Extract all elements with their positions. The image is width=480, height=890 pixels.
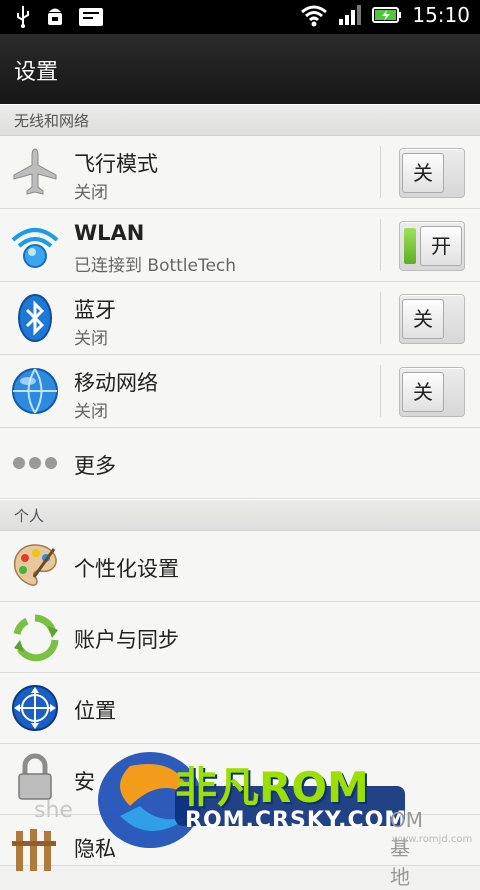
fence-icon	[12, 829, 56, 871]
divider	[380, 219, 381, 271]
setting-label: 蓝牙	[74, 298, 116, 322]
watermark-logo: 非凡ROM ROM.CRSKY.COM OM基地 www.romjd.com s…	[34, 746, 472, 889]
divider	[380, 292, 381, 344]
title-bar: 设置	[0, 34, 480, 106]
wifi-icon	[301, 5, 328, 27]
watermark-side-text: OM基地	[390, 808, 423, 889]
airplane-toggle[interactable]: 关	[399, 148, 465, 198]
watermark-left-text: she	[34, 798, 73, 823]
setting-label: WLAN	[74, 221, 145, 245]
setting-label: 位置	[74, 699, 116, 723]
section-header-personal: 个人	[0, 499, 480, 531]
airplane-icon	[13, 148, 57, 195]
battery-charging-icon	[372, 7, 402, 23]
bluetooth-toggle[interactable]: 关	[399, 294, 465, 344]
watermark-brand: 非凡ROM	[175, 763, 369, 812]
toggle-on-indicator	[404, 228, 416, 264]
setting-label: 更多	[74, 454, 116, 478]
setting-mobile-network[interactable]: 移动网络 关闭 关	[0, 355, 480, 428]
section-label: 个人	[14, 507, 45, 525]
setting-more[interactable]: 更多	[0, 428, 480, 499]
usb-icon	[17, 6, 29, 28]
palette-icon	[13, 544, 57, 586]
mobile-network-toggle[interactable]: 关	[399, 367, 465, 417]
signal-icon	[339, 5, 362, 25]
setting-label: 移动网络	[74, 371, 158, 395]
setting-location[interactable]: 位置	[0, 673, 480, 744]
globe-network-icon	[12, 368, 58, 414]
watermark-url: ROM.CRSKY.COM	[185, 808, 408, 833]
page-title: 设置	[14, 60, 59, 85]
section-header-wireless: 无线和网络	[0, 104, 480, 136]
bluetooth-icon	[18, 294, 52, 342]
setting-status: 关闭	[74, 402, 108, 422]
toggle-knob: 关	[402, 372, 444, 412]
section-label: 无线和网络	[14, 112, 90, 130]
setting-bluetooth[interactable]: 蓝牙 关闭 关	[0, 282, 480, 355]
clock: 15:10	[412, 3, 470, 27]
setting-personalize[interactable]: 个性化设置	[0, 531, 480, 602]
android-debug-icon	[48, 8, 62, 25]
status-bar: 15:10	[0, 0, 480, 34]
setting-label: 个性化设置	[74, 557, 179, 581]
setting-wlan[interactable]: WLAN 已连接到 BottleTech 开	[0, 209, 480, 282]
setting-label: 飞行模式	[74, 152, 158, 176]
setting-status: 关闭	[74, 183, 108, 203]
sd-card-icon	[79, 8, 103, 26]
toggle-knob: 关	[402, 299, 444, 339]
more-dots-icon	[13, 457, 57, 469]
setting-accounts-sync[interactable]: 账户与同步	[0, 602, 480, 673]
location-globe-icon	[12, 685, 58, 731]
watermark-small-url: www.romjd.com	[392, 834, 473, 845]
setting-status: 关闭	[74, 329, 108, 349]
sync-icon	[13, 614, 59, 662]
toggle-knob: 关	[402, 153, 444, 193]
wifi-settings-icon	[11, 228, 59, 268]
divider	[380, 146, 381, 198]
wlan-toggle[interactable]: 开	[399, 221, 465, 271]
toggle-knob: 开	[420, 226, 462, 266]
divider	[380, 365, 381, 417]
setting-label: 账户与同步	[74, 628, 179, 652]
lock-icon	[18, 753, 52, 800]
setting-airplane-mode[interactable]: 飞行模式 关闭 关	[0, 136, 480, 209]
setting-status: 已连接到 BottleTech	[74, 256, 237, 276]
